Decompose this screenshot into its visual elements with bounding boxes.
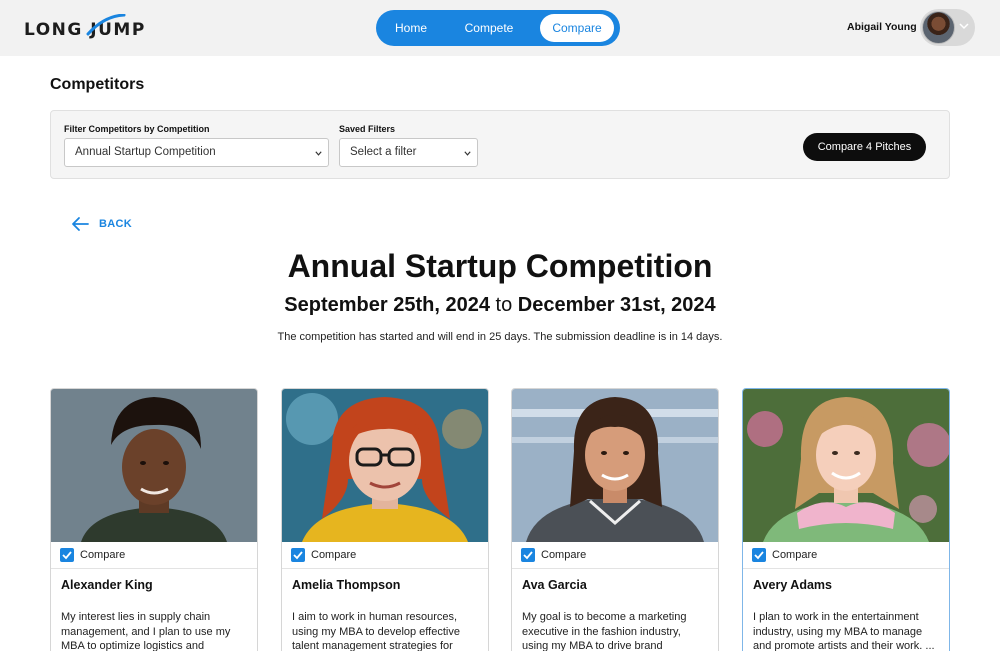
competitor-name: Avery Adams	[753, 578, 832, 592]
avatar	[922, 11, 955, 44]
start-date: September 25th, 2024	[284, 294, 490, 316]
chevron-down-icon	[464, 151, 471, 156]
filter-panel: Filter Competitors by Competition Annual…	[50, 110, 950, 179]
saved-filters-value: Select a filter	[350, 146, 417, 158]
back-label: BACK	[99, 218, 132, 230]
competitor-description: My goal is to become a marketing executi…	[522, 611, 687, 651]
date-connector: to	[495, 294, 513, 316]
compare-checkbox[interactable]	[521, 548, 535, 562]
end-date: December 31st, 2024	[517, 294, 716, 316]
chevron-down-icon	[959, 23, 969, 30]
competitor-name: Ava Garcia	[522, 578, 587, 592]
competitor-description: I plan to work in the entertainment indu…	[753, 611, 935, 651]
main-nav: Home Compete Compare	[376, 10, 620, 46]
compare-toggle-row[interactable]: Compare	[51, 542, 257, 569]
competition-title: Annual Startup Competition	[287, 248, 713, 284]
compare-checkbox[interactable]	[60, 548, 74, 562]
competitor-photo	[512, 389, 718, 542]
page-title: Competitors	[50, 76, 145, 93]
competitor-name: Amelia Thompson	[292, 578, 401, 592]
checkmark-icon	[523, 551, 533, 560]
competition-select-value: Annual Startup Competition	[75, 146, 216, 158]
saved-filters-label: Saved Filters	[339, 124, 396, 134]
compare-pitches-button[interactable]: Compare 4 Pitches	[803, 133, 926, 161]
compare-checkbox[interactable]	[291, 548, 305, 562]
competitor-card[interactable]: Compare Avery Adams I plan to work in th…	[742, 388, 950, 651]
competitor-photo	[51, 389, 257, 542]
compare-label: Compare	[541, 549, 587, 561]
compare-label: Compare	[311, 549, 357, 561]
checkmark-icon	[293, 551, 303, 560]
long-jump-logo[interactable]: LONG JUMP	[24, 14, 154, 42]
checkmark-icon	[754, 551, 764, 560]
competitor-card[interactable]: Compare Ava Garcia My goal is to become …	[511, 388, 719, 651]
compare-label: Compare	[772, 549, 818, 561]
competitor-description: I aim to work in human resources, using …	[292, 611, 460, 651]
competition-select[interactable]: Annual Startup Competition	[64, 138, 329, 167]
nav-compare[interactable]: Compare	[540, 14, 614, 42]
competitor-description: My interest lies in supply chain managem…	[61, 611, 231, 651]
competitor-card[interactable]: Compare Amelia Thompson I aim to work in…	[281, 388, 489, 651]
nav-home[interactable]: Home	[384, 14, 438, 42]
compare-checkbox[interactable]	[752, 548, 766, 562]
checkmark-icon	[62, 551, 72, 560]
competition-filter-label: Filter Competitors by Competition	[64, 124, 210, 134]
compare-toggle-row[interactable]: Compare	[512, 542, 718, 569]
compare-toggle-row[interactable]: Compare	[282, 542, 488, 569]
top-bar: LONG JUMP Home Compete Compare Abigail Y…	[0, 0, 1000, 56]
competition-dates: September 25th, 2024 to December 31st, 2…	[0, 294, 1000, 317]
competitor-name: Alexander King	[61, 578, 153, 592]
logo-text: LONG JUMP	[24, 20, 146, 40]
arrow-left-icon	[72, 217, 89, 231]
user-name: Abigail Young	[847, 21, 917, 33]
compare-label: Compare	[80, 549, 126, 561]
nav-compete[interactable]: Compete	[460, 14, 518, 42]
competition-status-note: The competition has started and will end…	[277, 331, 723, 343]
saved-filters-select[interactable]: Select a filter	[339, 138, 478, 167]
compare-toggle-row[interactable]: Compare	[743, 542, 949, 569]
user-menu[interactable]	[920, 9, 975, 46]
competitor-card[interactable]: Compare Alexander King My interest lies …	[50, 388, 258, 651]
logo-swoosh-icon	[86, 14, 126, 36]
chevron-down-icon	[315, 151, 322, 156]
competitor-photo	[743, 389, 949, 542]
competitor-photo	[282, 389, 488, 542]
